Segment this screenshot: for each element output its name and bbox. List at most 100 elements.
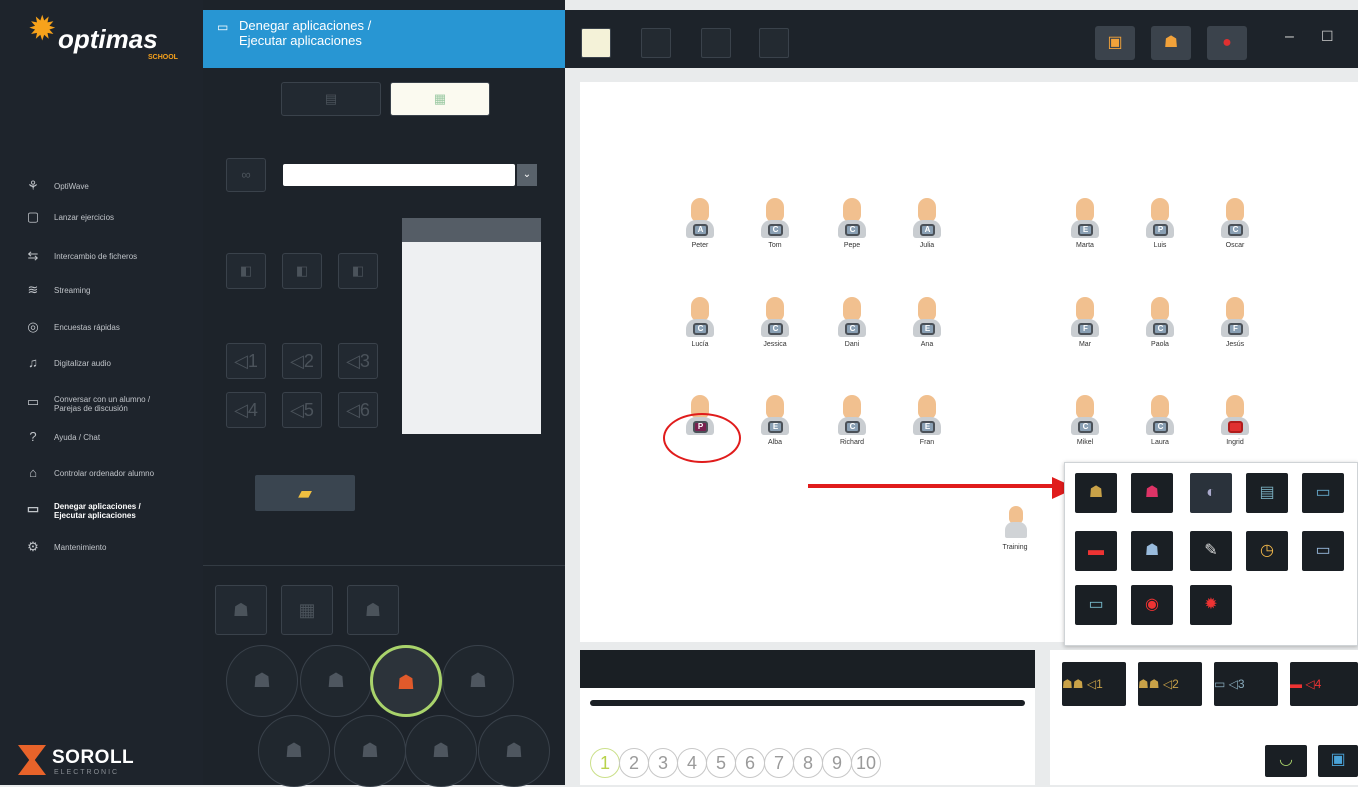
refresh-button[interactable]: ◡ bbox=[1265, 745, 1307, 777]
group-circle-2[interactable]: ☗ bbox=[300, 645, 372, 717]
sidebar-item-streaming[interactable]: ≋ Streaming bbox=[26, 283, 91, 297]
slot-2[interactable]: ◁2 bbox=[282, 343, 322, 379]
app-icon-2[interactable]: ◧ bbox=[282, 253, 322, 289]
slot-5[interactable]: ◁5 bbox=[282, 392, 322, 428]
red-monitor-icon[interactable]: ▬ bbox=[1075, 531, 1117, 571]
slot-4[interactable]: ◁4 bbox=[226, 392, 266, 428]
teacher-icon[interactable]: ☗ bbox=[1151, 26, 1191, 60]
save-button[interactable]: ▣ bbox=[1318, 745, 1358, 777]
group-circle-5[interactable]: ☗ bbox=[258, 715, 330, 787]
quick-slot-4[interactable]: ▬ ◁4 bbox=[1290, 662, 1358, 706]
group-number-10[interactable]: 10 bbox=[851, 748, 881, 778]
student-9[interactable]: C Jessica bbox=[745, 297, 805, 359]
student-4[interactable]: A Julia bbox=[897, 198, 957, 260]
view-grid-button[interactable] bbox=[641, 28, 671, 58]
view-list-button[interactable] bbox=[759, 28, 789, 58]
slot-6[interactable]: ◁6 bbox=[338, 392, 378, 428]
sidebar-item-files[interactable]: ⇆ Intercambio de ficheros bbox=[26, 249, 138, 263]
minimize-icon[interactable]: – bbox=[1285, 28, 1294, 46]
group-number-7[interactable]: 7 bbox=[764, 748, 794, 778]
tab-deny[interactable]: ▤ bbox=[281, 82, 381, 116]
screen-share-icon[interactable]: ▤ bbox=[1246, 473, 1288, 513]
sidebar-item-help[interactable]: ? Ayuda / Chat bbox=[26, 430, 100, 444]
student-21[interactable]: Ingrid bbox=[1205, 395, 1265, 457]
group-number-3[interactable]: 3 bbox=[648, 748, 678, 778]
group-number-5[interactable]: 5 bbox=[706, 748, 736, 778]
student-19[interactable]: C Mikel bbox=[1055, 395, 1115, 457]
pair-users-icon[interactable]: ☗ bbox=[1075, 473, 1117, 513]
group-icon-1[interactable]: ☗ bbox=[215, 585, 267, 635]
quick-slot-1[interactable]: ☗☗ ◁1 bbox=[1062, 662, 1126, 706]
student-name: Laura bbox=[1151, 439, 1169, 446]
group-number-9[interactable]: 9 bbox=[822, 748, 852, 778]
network-icon[interactable]: ✹ bbox=[1190, 585, 1232, 625]
student-6[interactable]: P Luis bbox=[1130, 198, 1190, 260]
student-badge: C bbox=[1153, 421, 1168, 433]
teacher-station[interactable]: Training bbox=[985, 500, 1045, 562]
quick-slot-3[interactable]: ▭ ◁3 bbox=[1214, 662, 1278, 706]
sidebar-item-optiwave[interactable]: ⚘ OptiWave bbox=[26, 179, 89, 193]
remote-user-icon[interactable]: ☗ bbox=[1131, 531, 1173, 571]
case-icon[interactable]: ▣ bbox=[1095, 26, 1135, 60]
monitor-icon[interactable]: ▭ bbox=[1302, 473, 1344, 513]
student-2[interactable]: C Tom bbox=[745, 198, 805, 260]
sidebar-item-apps[interactable]: ▭ Denegar aplicaciones / Ejecutar aplicac… bbox=[26, 502, 196, 521]
student-17[interactable]: C Richard bbox=[822, 395, 882, 457]
chevron-down-icon[interactable]: ⌄ bbox=[517, 164, 537, 186]
tab-run[interactable]: ▦ bbox=[390, 82, 490, 116]
group-number-8[interactable]: 8 bbox=[793, 748, 823, 778]
student-head bbox=[1151, 395, 1169, 419]
group-circle-6[interactable]: ☗ bbox=[334, 715, 406, 787]
users-icon[interactable]: ☗ bbox=[1131, 473, 1173, 513]
slot-1[interactable]: ◁1 bbox=[226, 343, 266, 379]
student-13[interactable]: C Paola bbox=[1130, 297, 1190, 359]
sidebar-item-chat-student[interactable]: ▭ Conversar con un alumno / Parejas de di… bbox=[26, 395, 196, 414]
folder-button[interactable]: ▰ bbox=[255, 475, 355, 511]
app-icon-1[interactable]: ◧ bbox=[226, 253, 266, 289]
headset-icon[interactable]: ◐ bbox=[1190, 473, 1232, 513]
group-number-4[interactable]: 4 bbox=[677, 748, 707, 778]
student-10[interactable]: C Dani bbox=[822, 297, 882, 359]
group-circle-4[interactable]: ☗ bbox=[442, 645, 514, 717]
student-12[interactable]: F Mar bbox=[1055, 297, 1115, 359]
sidebar-item-control[interactable]: ⌂ Controlar ordenador alumno bbox=[26, 466, 154, 480]
student-3[interactable]: C Pepe bbox=[822, 198, 882, 260]
student-20[interactable]: C Laura bbox=[1130, 395, 1190, 457]
app-icon-3[interactable]: ◧ bbox=[338, 253, 378, 289]
student-16[interactable]: E Alba bbox=[745, 395, 805, 457]
timer-icon[interactable]: ◷ bbox=[1246, 531, 1288, 571]
app-select[interactable] bbox=[283, 164, 515, 186]
group-number-2[interactable]: 2 bbox=[619, 748, 649, 778]
sidebar-item-maintenance[interactable]: ⚙ Mantenimiento bbox=[26, 540, 106, 554]
whiteboard-icon[interactable]: ✎ bbox=[1190, 531, 1232, 571]
group-circle-active[interactable]: ☗ bbox=[370, 645, 442, 717]
alert-icon[interactable]: ● bbox=[1207, 26, 1247, 60]
sidebar-item-exercises[interactable]: ▢ Lanzar ejercicios bbox=[26, 210, 114, 224]
group-circle-1[interactable]: ☗ bbox=[226, 645, 298, 717]
stop-icon[interactable]: ◉ bbox=[1131, 585, 1173, 625]
wall-icon[interactable]: ▦ bbox=[281, 585, 333, 635]
sidebar-item-survey[interactable]: ◎ Encuestas rápidas bbox=[26, 320, 120, 334]
student-11[interactable]: E Ana bbox=[897, 297, 957, 359]
sidebar-item-audio[interactable]: ♫ Digitalizar audio bbox=[26, 356, 111, 370]
group-circle-8[interactable]: ☗ bbox=[478, 715, 550, 787]
view-user-button[interactable] bbox=[701, 28, 731, 58]
maximize-icon[interactable]: ☐ bbox=[1321, 28, 1334, 45]
wifi-monitor-icon[interactable]: ▭ bbox=[1075, 585, 1117, 625]
group-icon-2[interactable]: ☗ bbox=[347, 585, 399, 635]
student-14[interactable]: F Jesús bbox=[1205, 297, 1265, 359]
group-number-1[interactable]: 1 bbox=[590, 748, 620, 778]
slot-3[interactable]: ◁3 bbox=[338, 343, 378, 379]
glasses-icon[interactable]: ∞ bbox=[226, 158, 266, 192]
broadcast-icon[interactable]: ▭ bbox=[1302, 531, 1344, 571]
group-circle-7[interactable]: ☗ bbox=[405, 715, 477, 787]
quick-slot-2[interactable]: ☗☗ ◁2 bbox=[1138, 662, 1202, 706]
student-5[interactable]: E Marta bbox=[1055, 198, 1115, 260]
student-1[interactable]: A Peter bbox=[670, 198, 730, 260]
app-list[interactable] bbox=[402, 218, 541, 434]
group-number-6[interactable]: 6 bbox=[735, 748, 765, 778]
student-8[interactable]: C Lucía bbox=[670, 297, 730, 359]
student-18[interactable]: E Fran bbox=[897, 395, 957, 457]
student-7[interactable]: C Oscar bbox=[1205, 198, 1265, 260]
view-single-button[interactable] bbox=[581, 28, 611, 58]
